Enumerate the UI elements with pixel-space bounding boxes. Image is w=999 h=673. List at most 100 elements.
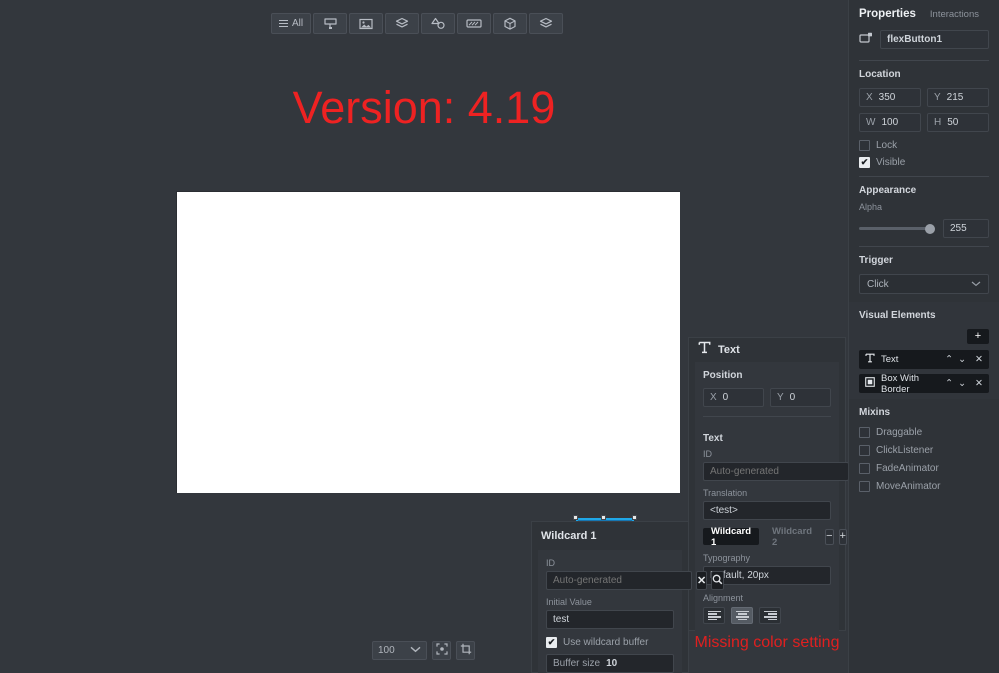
text-position-x-field[interactable]: X 0 — [703, 388, 764, 407]
alpha-slider[interactable] — [859, 223, 935, 234]
text-position-y-value: 0 — [789, 392, 796, 403]
alpha-slider-knob[interactable] — [925, 223, 935, 234]
mixin-fadeanimator-checkbox[interactable]: FadeAnimator — [859, 463, 989, 474]
toolbar-item-keyboard[interactable] — [457, 13, 492, 34]
chevron-down-icon — [971, 280, 981, 289]
align-center-button[interactable] — [731, 607, 753, 624]
toolbar-item-shape[interactable] — [421, 13, 456, 34]
mixin-moveanimator-checkbox[interactable]: MoveAnimator — [859, 481, 989, 492]
toolbar-item-all[interactable]: All — [271, 13, 312, 34]
wildcard-2-tab[interactable]: Wildcard 2 — [764, 526, 820, 548]
crop-button[interactable] — [456, 641, 475, 660]
checkbox-checked-icon: ✔ — [546, 637, 557, 648]
visual-element-row-box-with-border[interactable]: Box With Border ⌃ ⌄ ✕ — [859, 373, 989, 395]
zoom-level-select[interactable]: 100 — [372, 641, 427, 660]
location-w-value: 100 — [881, 117, 899, 128]
remove-wildcard-button[interactable]: − — [825, 528, 834, 545]
keyboard-icon — [466, 18, 482, 29]
error-message: Missing color setting — [694, 634, 840, 651]
initial-value-field[interactable]: test — [546, 610, 674, 629]
location-x-key: X — [866, 92, 873, 103]
tab-interactions[interactable]: Interactions — [930, 9, 979, 20]
location-x-field[interactable]: X 350 — [859, 88, 921, 107]
translation-value: <test> — [710, 505, 738, 516]
add-wildcard-button[interactable]: + — [838, 528, 847, 545]
text-T-icon — [865, 353, 875, 366]
alpha-value: 255 — [950, 223, 967, 234]
box-border-icon — [865, 377, 875, 390]
checkbox-unchecked-icon — [859, 463, 870, 474]
properties-panel: Properties Interactions flexButton1 Loca… — [848, 0, 999, 673]
image-icon — [359, 18, 373, 30]
location-y-field[interactable]: Y 215 — [927, 88, 989, 107]
text-content-section: Text ID Translation <test> Wildcard 1 Wi… — [695, 425, 866, 634]
text-position-y-field[interactable]: Y 0 — [770, 388, 831, 407]
text-T-icon — [698, 341, 711, 359]
toolbar-item-cube[interactable] — [493, 13, 528, 34]
mixin-clicklistener-checkbox[interactable]: ClickListener — [859, 445, 989, 456]
stack-icon — [539, 17, 553, 30]
location-w-field[interactable]: W 100 — [859, 113, 921, 132]
add-visual-element-button[interactable]: + — [967, 329, 989, 344]
wildcard-id-search-button[interactable] — [711, 571, 725, 590]
remove-visual-element-icon[interactable]: ✕ — [975, 378, 983, 389]
align-left-icon — [707, 609, 721, 621]
mixins-label: Mixins — [859, 407, 891, 418]
align-left-button[interactable] — [703, 607, 725, 624]
text-id-input[interactable] — [703, 462, 849, 481]
mixin-draggable-checkbox[interactable]: Draggable — [859, 427, 989, 438]
toolbar-item-button-widget[interactable] — [313, 13, 348, 34]
move-down-icon[interactable]: ⌄ — [958, 378, 966, 389]
translation-field[interactable]: <test> — [703, 501, 831, 520]
position-label: Position — [703, 370, 743, 381]
shape-icon — [431, 17, 446, 30]
toolbar-item-stack[interactable] — [529, 13, 564, 34]
alpha-value-field[interactable]: 255 — [943, 219, 989, 238]
widget-type-icon — [859, 31, 873, 49]
visual-elements-label: Visual Elements — [859, 310, 936, 321]
move-up-icon[interactable]: ⌃ — [945, 354, 953, 365]
fit-to-screen-button[interactable] — [432, 641, 451, 660]
move-up-icon[interactable]: ⌃ — [945, 378, 953, 389]
location-h-field[interactable]: H 50 — [927, 113, 989, 132]
toolbar-item-layers[interactable] — [385, 13, 420, 34]
align-right-button[interactable] — [759, 607, 781, 624]
wildcard-panel: Wildcard 1 ID ✕ Initial Value test ✔ Use… — [531, 521, 725, 673]
location-h-value: 50 — [947, 117, 959, 128]
buffer-size-field[interactable]: Buffer size 10 — [546, 654, 674, 673]
text-panel-title: Text — [718, 344, 740, 356]
text-position-section: Position X 0 Y 0 — [695, 362, 839, 425]
trigger-select[interactable]: Click — [859, 274, 989, 294]
location-w-key: W — [866, 117, 876, 128]
use-wildcard-buffer-checkbox[interactable]: ✔ Use wildcard buffer — [546, 637, 674, 648]
location-section: Location X 350 Y 215 W 100 H 50 Lock ✔ V… — [849, 61, 999, 176]
resize-handle-nw[interactable] — [573, 515, 578, 520]
wildcard-1-tab[interactable]: Wildcard 1 — [703, 526, 760, 548]
align-center-icon — [735, 609, 749, 621]
trigger-label: Trigger — [859, 255, 893, 266]
resize-handle-n[interactable] — [601, 515, 606, 520]
checkbox-unchecked-icon — [859, 427, 870, 438]
tab-properties[interactable]: Properties — [859, 8, 916, 20]
alignment-label: Alignment — [703, 593, 744, 603]
appearance-label: Appearance — [859, 185, 917, 196]
checkbox-unchecked-icon — [859, 445, 870, 456]
location-y-value: 215 — [946, 92, 964, 103]
crop-icon — [460, 642, 472, 660]
design-canvas[interactable]: test — [177, 192, 680, 550]
wildcard-id-input[interactable] — [546, 571, 692, 590]
toolbar-item-image[interactable] — [349, 13, 384, 34]
checkbox-checked-icon: ✔ — [859, 157, 870, 168]
lock-checkbox[interactable]: Lock — [859, 140, 989, 151]
widget-name-field[interactable]: flexButton1 — [880, 30, 989, 49]
visible-checkbox[interactable]: ✔ Visible — [859, 157, 989, 168]
visual-element-row-text[interactable]: Text ⌃ ⌄ ✕ — [859, 350, 989, 369]
remove-visual-element-icon[interactable]: ✕ — [975, 354, 983, 365]
resize-handle-ne[interactable] — [632, 515, 637, 520]
checkbox-unchecked-icon — [859, 140, 870, 151]
location-y-key: Y — [934, 92, 941, 103]
wildcard-id-clear-button[interactable]: ✕ — [696, 571, 708, 590]
text-position-y-key: Y — [777, 392, 784, 403]
move-down-icon[interactable]: ⌄ — [958, 354, 966, 365]
mixin-label: ClickListener — [876, 445, 934, 456]
